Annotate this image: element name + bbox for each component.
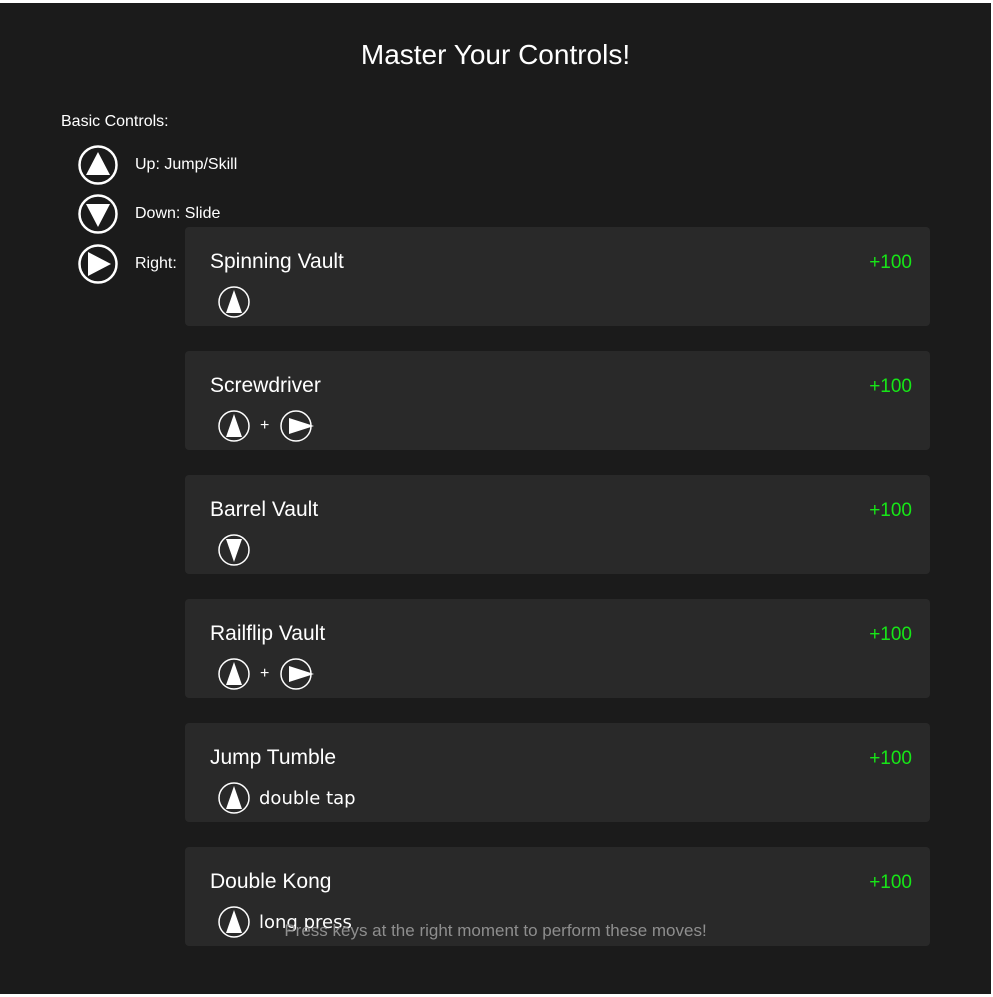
move-card: Barrel Vault +100 (185, 475, 930, 574)
move-name: Spinning Vault (210, 250, 344, 273)
footer-hint: Press keys at the right moment to perfor… (284, 921, 707, 940)
basic-control-label: Up: Jump/Skill (135, 156, 238, 173)
key-combo: double tap (218, 781, 356, 815)
down-arrow-icon (218, 534, 250, 566)
move-card: Jump Tumble +100 double tap (185, 723, 930, 822)
plus-sign: + (260, 417, 270, 434)
move-name: Jump Tumble (210, 746, 337, 769)
move-card: Screwdriver +100 + (185, 351, 930, 450)
game-panel: Master Your Controls! Basic Controls: Up… (0, 3, 991, 994)
key-combo: + (218, 409, 315, 443)
basic-controls-label: Basic Controls: (61, 113, 169, 130)
move-name: Screwdriver (210, 374, 321, 397)
move-points: +100 (869, 376, 912, 397)
page-title: Master Your Controls! (360, 39, 631, 70)
basic-control-label: Down: Slide (135, 205, 221, 222)
up-arrow-icon (218, 658, 250, 690)
move-points: +100 (869, 624, 912, 645)
key-combo (218, 285, 250, 319)
move-card: Railflip Vault +100 + (185, 599, 930, 698)
plus-sign: + (260, 665, 270, 682)
up-arrow-icon (218, 410, 250, 442)
right-arrow-icon (280, 658, 315, 690)
move-points: +100 (869, 500, 912, 521)
up-arrow-icon (78, 145, 118, 185)
move-points: +100 (869, 252, 912, 273)
key-combo: + (218, 657, 315, 691)
right-arrow-icon (280, 410, 315, 442)
right-arrow-icon (78, 244, 118, 284)
move-name: Railflip Vault (210, 622, 326, 645)
down-arrow-icon (78, 194, 118, 234)
move-name: Barrel Vault (210, 498, 319, 521)
up-arrow-icon (218, 286, 250, 318)
move-name: Double Kong (210, 870, 332, 893)
key-combo (218, 533, 250, 567)
move-card: Spinning Vault +100 (185, 227, 930, 326)
move-points: +100 (869, 872, 912, 893)
move-points: +100 (869, 748, 912, 769)
move-note: double tap (259, 787, 356, 809)
up-arrow-icon (218, 782, 250, 814)
basic-control-label: Right: (135, 255, 177, 272)
